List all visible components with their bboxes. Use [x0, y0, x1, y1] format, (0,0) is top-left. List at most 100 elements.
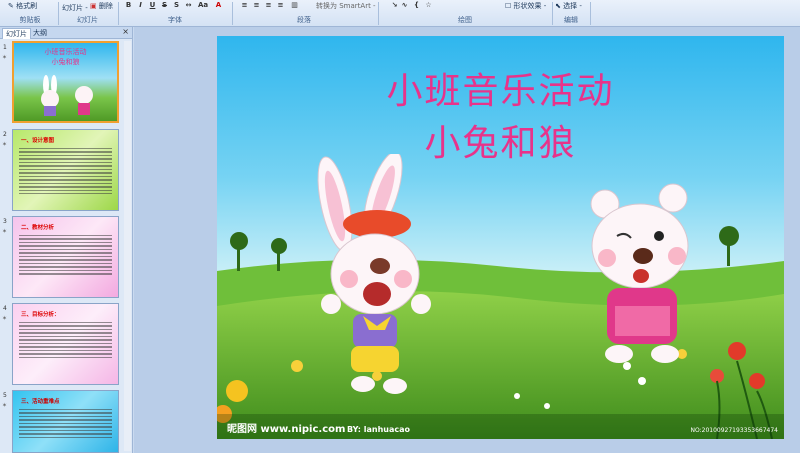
- delete-slide-button[interactable]: ▣ 删除: [90, 1, 113, 11]
- text-line: [19, 433, 112, 435]
- change-case-icon[interactable]: Aa: [198, 1, 208, 10]
- text-line: [19, 409, 112, 411]
- slide-thumbnail-5[interactable]: 三、活动重难点: [12, 390, 119, 453]
- thumb-heading: 一、设计意图: [21, 138, 55, 144]
- char-spacing-icon[interactable]: ↔: [184, 1, 193, 10]
- text-line: [19, 179, 112, 181]
- text-line: [19, 339, 112, 341]
- close-icon[interactable]: ×: [122, 27, 129, 36]
- shape-effects-button[interactable]: ☐ 形状效果 -: [505, 1, 546, 11]
- text-line: [19, 322, 112, 324]
- text-line: [19, 189, 112, 191]
- new-slide-button[interactable]: 幻灯片 -: [62, 3, 88, 13]
- text-line: [19, 241, 112, 244]
- slide-thumbnail-1[interactable]: 小班音乐活动 小兔和狼: [12, 41, 119, 123]
- ribbon: ✎ 格式刷 幻灯片 - ▣ 删除 B I U S S ↔ Aa A ≡ ≡ ≡ …: [0, 0, 800, 27]
- text-line: [19, 193, 112, 195]
- divider: [552, 2, 553, 25]
- shape-arrow-icon[interactable]: ↘: [390, 1, 399, 10]
- cursor-icon: ⬉: [555, 2, 561, 10]
- shape-star-icon[interactable]: ☆: [424, 1, 433, 10]
- text-line: [19, 175, 112, 178]
- tab-outline[interactable]: 大纲: [30, 28, 50, 39]
- text-line: [19, 158, 112, 160]
- slides-group-label: 幻灯片: [77, 16, 98, 24]
- slide-number: 4: [3, 305, 7, 312]
- columns-icon[interactable]: ▥: [290, 1, 299, 10]
- slide-title-line-2[interactable]: 小兔和狼: [217, 114, 784, 166]
- rabbit-bear-thumb-image: [41, 75, 93, 116]
- slide-number: 2: [3, 131, 7, 138]
- text-line: [19, 161, 112, 164]
- rabbit-character-image: [317, 154, 431, 394]
- slide-thumbnail-3[interactable]: 二、教材分析: [12, 216, 119, 298]
- text-line: [19, 419, 112, 421]
- divider: [378, 2, 379, 25]
- animation-star-icon: ✶: [2, 54, 8, 61]
- text-line: [19, 328, 112, 331]
- convert-smartart-button[interactable]: 转换为 SmartArt -: [316, 1, 376, 11]
- text-line: [19, 168, 112, 171]
- text-line: [19, 154, 112, 157]
- justify-icon[interactable]: ≡: [276, 1, 285, 10]
- text-line: [19, 248, 112, 251]
- animation-star-icon: ✶: [2, 141, 8, 148]
- editing-group-label: 编辑: [564, 16, 578, 24]
- thumb-text-block: [19, 322, 112, 360]
- clipboard-group-label: 剪贴板: [19, 16, 41, 24]
- align-left-icon[interactable]: ≡: [240, 1, 249, 10]
- text-line: [19, 273, 112, 275]
- thumb-heading: 二、教材分析: [21, 225, 55, 231]
- paragraph-group-label: 段落: [297, 16, 311, 24]
- text-line: [19, 429, 112, 432]
- divider: [590, 2, 591, 25]
- select-button[interactable]: ⬉ 选择 -: [555, 1, 582, 11]
- slide-title-line-1[interactable]: 小班音乐活动: [217, 62, 784, 114]
- thumb-title: 小兔和狼: [51, 58, 80, 66]
- thumb-title: 小班音乐活动: [44, 48, 87, 56]
- text-line: [19, 238, 112, 240]
- text-line: [19, 235, 112, 237]
- watermark-logo: 昵图网 www.nipic.com: [227, 424, 346, 435]
- strikethrough-icon[interactable]: S: [160, 1, 169, 10]
- slide-thumbnail-pane: 幻灯片 大纲 × 1 ✶ 小班音乐活动 小兔和狼 2 ✶ 一、设计意图 3 ✶ …: [0, 27, 133, 453]
- tab-slides[interactable]: 幻灯片: [2, 28, 31, 39]
- checkbox-icon: ☐: [505, 2, 512, 10]
- text-line: [19, 412, 112, 414]
- shape-bracket-icon[interactable]: {: [412, 1, 421, 10]
- slide-number: 1: [3, 44, 7, 51]
- text-line: [19, 172, 112, 174]
- text-line: [19, 165, 112, 167]
- text-line: [19, 342, 112, 345]
- italic-icon[interactable]: I: [136, 1, 145, 10]
- current-slide[interactable]: 小班音乐活动 小兔和狼 昵图网 www.nipic.com BY: lanhua…: [217, 36, 784, 439]
- animation-star-icon: ✶: [2, 228, 8, 235]
- font-color-icon[interactable]: A: [214, 1, 223, 10]
- text-line: [19, 186, 112, 188]
- shadow-icon[interactable]: S: [172, 1, 181, 10]
- align-center-icon[interactable]: ≡: [252, 1, 261, 10]
- bear-character-image: [590, 183, 689, 363]
- text-line: [19, 151, 112, 153]
- thumb-text-block: [19, 409, 112, 440]
- watermark-id: NO:20100927193353667474: [690, 427, 778, 434]
- text-line: [19, 148, 112, 150]
- drawing-group-label: 绘图: [458, 16, 472, 24]
- format-painter-button[interactable]: ✎ 格式刷: [8, 1, 37, 11]
- divider: [232, 2, 233, 25]
- text-line: [19, 356, 112, 359]
- text-line: [19, 436, 112, 439]
- underline-icon[interactable]: U: [148, 1, 157, 10]
- thumb-heading: 三、活动重难点: [21, 399, 60, 405]
- bold-icon[interactable]: B: [124, 1, 133, 10]
- align-right-icon[interactable]: ≡: [264, 1, 273, 10]
- slide-thumbnail-4[interactable]: 三、目标分析：: [12, 303, 119, 385]
- slide-thumbnail-2[interactable]: 一、设计意图: [12, 129, 119, 211]
- text-line: [19, 335, 112, 338]
- divider: [58, 2, 59, 25]
- animation-star-icon: ✶: [2, 315, 8, 322]
- thumbnail-scrollbar[interactable]: [124, 41, 131, 451]
- text-line: [19, 262, 112, 265]
- thumb-text-block: [19, 235, 112, 277]
- shape-curve-icon[interactable]: ∿: [400, 1, 409, 10]
